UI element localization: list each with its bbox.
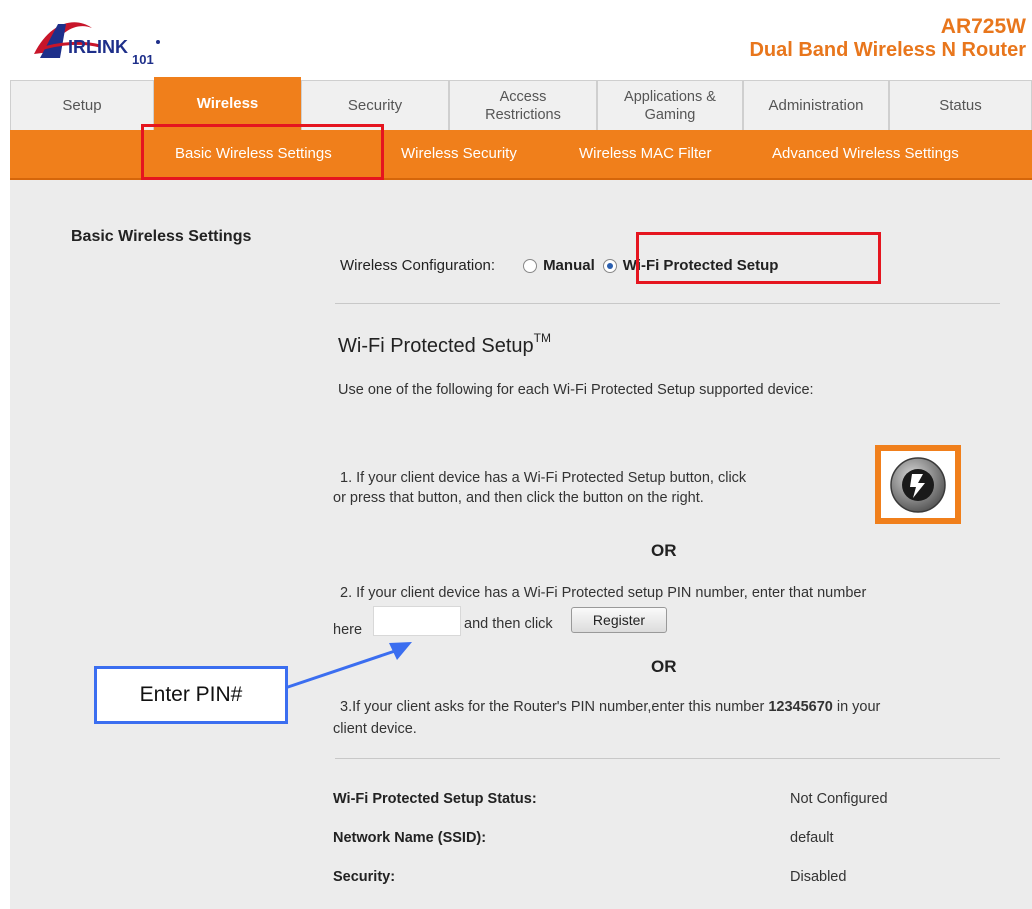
step3-line1: 3.If your client asks for the Router's P… <box>340 697 880 717</box>
security-label: Security: <box>333 869 396 885</box>
wps-push-button-face <box>881 451 955 518</box>
step3-line2: client device. <box>333 721 417 737</box>
product-name: Dual Band Wireless N Router <box>749 39 1026 61</box>
tab-security[interactable]: Security <box>301 80 449 130</box>
wps-intro: Use one of the following for each Wi-Fi … <box>338 382 814 398</box>
wps-heading-text: Wi-Fi Protected Setup <box>338 335 534 357</box>
highlight-wps-option <box>636 232 881 284</box>
tab-access-restrictions[interactable]: Access Restrictions <box>449 80 597 130</box>
manual-option-label[interactable]: Manual <box>543 257 595 274</box>
ssid-value: default <box>790 830 834 846</box>
tab-status[interactable]: Status <box>889 80 1032 130</box>
tab-label: Status <box>939 96 982 114</box>
tab-applications-gaming[interactable]: Applications & Gaming <box>597 80 743 130</box>
tab-administration[interactable]: Administration <box>743 80 889 130</box>
router-pin: 12345670 <box>768 699 833 715</box>
subnav-advanced-wireless-settings[interactable]: Advanced Wireless Settings <box>772 145 959 162</box>
trademark-mark: TM <box>533 331 551 345</box>
airlink-logo: IRLINK 101 <box>30 12 180 72</box>
manual-radio[interactable] <box>523 258 538 273</box>
security-value: Disabled <box>790 869 847 885</box>
wps-status-label: Wi-Fi Protected Setup Status: <box>333 791 537 807</box>
subnav-wireless-mac-filter[interactable]: Wireless MAC Filter <box>579 145 712 162</box>
airlink-logo-graphic: IRLINK 101 <box>34 22 160 67</box>
step2-then-click: and then click <box>464 616 553 632</box>
step1-line1: 1. If your client device has a Wi-Fi Pro… <box>340 470 747 486</box>
highlight-basic-wireless-settings <box>141 124 384 180</box>
main-tabs: Setup Wireless Security Access Restricti… <box>10 77 1032 130</box>
wps-heading: Wi-Fi Protected SetupTM <box>338 331 551 358</box>
divider <box>335 758 1000 759</box>
tab-setup[interactable]: Setup <box>10 80 154 130</box>
svg-text:101: 101 <box>132 52 154 67</box>
pin-input[interactable] <box>373 606 461 636</box>
enter-pin-callout: Enter PIN# <box>94 666 288 724</box>
ssid-label: Network Name (SSID): <box>333 830 487 846</box>
wps-sync-icon <box>890 456 946 513</box>
step1-line2: or press that button, and then click the… <box>333 490 704 506</box>
model-name: AR725W <box>940 15 1026 38</box>
register-button[interactable]: Register <box>571 607 667 633</box>
step3-text-end: in your <box>836 699 881 715</box>
step2-line1: 2. If your client device has a Wi-Fi Pro… <box>340 585 867 601</box>
or-separator-1: OR <box>651 541 677 560</box>
tab-wireless[interactable]: Wireless <box>154 77 301 130</box>
product-heading: AR725W Dual Band Wireless N Router <box>749 16 1026 62</box>
wps-push-button[interactable] <box>875 445 961 524</box>
divider <box>335 303 1000 304</box>
wps-status-value: Not Configured <box>790 791 888 807</box>
tab-label: Wireless <box>196 95 259 112</box>
wps-radio[interactable] <box>602 258 617 273</box>
svg-text:IRLINK: IRLINK <box>68 37 128 57</box>
tab-label: Setup <box>62 96 102 114</box>
section-title: Basic Wireless Settings <box>71 228 252 245</box>
tab-label: Access Restrictions <box>485 88 561 123</box>
tab-label: Applications & Gaming <box>624 88 716 123</box>
wireless-configuration-label: Wireless Configuration: <box>340 257 496 274</box>
step2-here: here <box>333 622 363 638</box>
or-separator-2: OR <box>651 657 677 676</box>
tab-label: Security <box>347 96 403 114</box>
tab-label: Administration <box>768 96 864 114</box>
subnav-wireless-security[interactable]: Wireless Security <box>401 145 517 162</box>
step3-text: 3.If your client asks for the Router's P… <box>340 699 765 715</box>
